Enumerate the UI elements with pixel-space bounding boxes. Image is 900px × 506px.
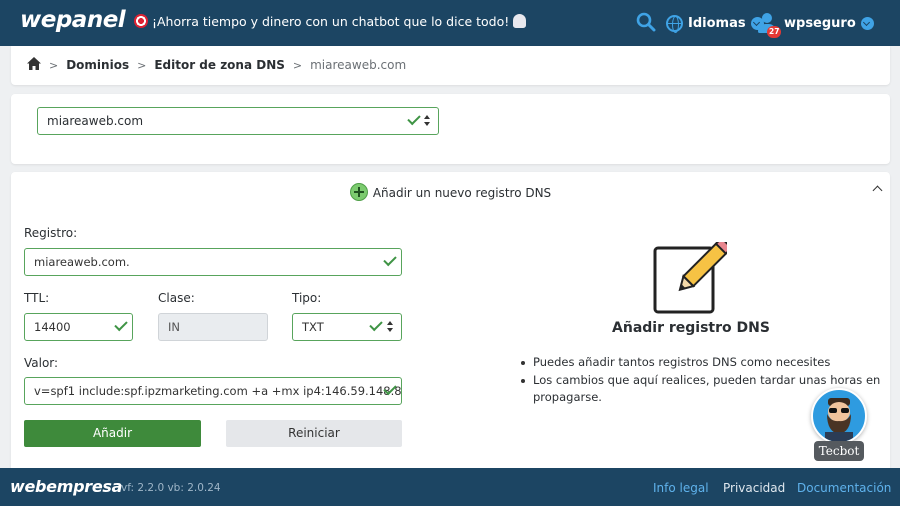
select-arrows-icon [386,321,394,333]
breadcrumb-dns-editor[interactable]: Editor de zona DNS [154,58,285,72]
info-legal-link[interactable]: Info legal [653,481,709,495]
breadcrumb-separator: > [137,58,147,72]
tipo-value: TXT [302,320,324,334]
clase-input: IN [158,313,268,341]
registro-value: miareaweb.com. [34,255,130,269]
ttl-input[interactable]: 14400 [24,313,133,341]
search-icon[interactable] [636,12,656,32]
add-button[interactable]: Añadir [24,420,201,447]
domain-select[interactable]: miareaweb.com [37,107,439,135]
webempresa-logo[interactable]: webempresa [10,477,122,496]
chatbot-avatar[interactable] [811,388,867,444]
notification-badge: 27 [767,26,782,38]
language-label: Idiomas [688,15,746,31]
promo-banner[interactable]: ¡Ahorra tiempo y dinero con un chatbot q… [134,14,527,29]
select-arrows-icon [423,115,431,127]
registro-label: Registro: [24,226,78,240]
language-menu[interactable]: Idiomas [666,12,764,34]
username: wpseguro [784,15,856,31]
footer: webempresa vf: 2.2.0 vb: 2.0.24 Info leg… [0,468,900,506]
user-icon: 27 [758,13,782,38]
breadcrumb-current: miareaweb.com [310,58,407,72]
ttl-label: TTL: [24,291,50,305]
wepanel-logo[interactable]: wepanel [20,7,126,33]
check-icon [407,111,421,126]
valor-input[interactable]: v=spf1 include:spf.ipzmarketing.com +a +… [24,377,402,405]
home-icon[interactable] [27,57,41,73]
tipo-label: Tipo: [292,291,322,305]
user-menu[interactable]: 27 wpseguro [758,11,874,38]
version-text: vf: 2.2.0 vb: 2.0.24 [121,482,221,494]
registro-input[interactable]: miareaweb.com. [24,248,402,276]
breadcrumb-dominios[interactable]: Dominios [66,58,129,72]
promo-text: ¡Ahorra tiempo y dinero con un chatbot q… [152,14,510,29]
privacy-link[interactable]: Privacidad [723,481,785,495]
chevron-up-icon[interactable] [871,182,885,196]
breadcrumb-separator: > [292,58,303,72]
valor-label: Valor: [24,356,59,370]
top-navbar: wepanel ¡Ahorra tiempo y dinero con un c… [0,0,900,46]
ghost-icon [513,14,527,28]
globe-icon [666,14,683,33]
chatbot-label: Tecbot [814,441,864,461]
check-icon [369,317,383,332]
breadcrumb-card: > Dominios > Editor de zona DNS > miarea… [11,46,890,85]
domain-select-value: miareaweb.com [47,114,144,128]
plus-icon [349,183,368,201]
check-icon [383,252,397,267]
breadcrumb: > Dominios > Editor de zona DNS > miarea… [27,57,406,73]
form-title: Añadir un nuevo registro DNS [372,186,552,200]
breadcrumb-separator: > [49,58,59,72]
ttl-value: 14400 [34,320,71,334]
edit-document-icon [653,236,733,316]
valor-value: v=spf1 include:spf.ipzmarketing.com +a +… [34,384,402,398]
reset-button[interactable]: Reiniciar [226,420,402,447]
chatbot-widget[interactable]: Tecbot [808,386,870,462]
domain-card: miareaweb.com [11,94,890,164]
chevron-down-icon [860,16,874,30]
list-item: Puedes añadir tantos registros DNS como … [519,354,889,372]
check-icon [114,317,128,332]
tipo-select[interactable]: TXT [292,313,402,341]
info-title: Añadir registro DNS [612,320,770,336]
clase-value: IN [168,320,180,334]
add-record-card: Añadir un nuevo registro DNS Registro: m… [11,172,890,468]
documentation-link[interactable]: Documentación [797,481,891,495]
clase-label: Clase: [158,291,195,305]
target-icon [134,14,148,28]
form-header[interactable]: Añadir un nuevo registro DNS [11,183,890,203]
